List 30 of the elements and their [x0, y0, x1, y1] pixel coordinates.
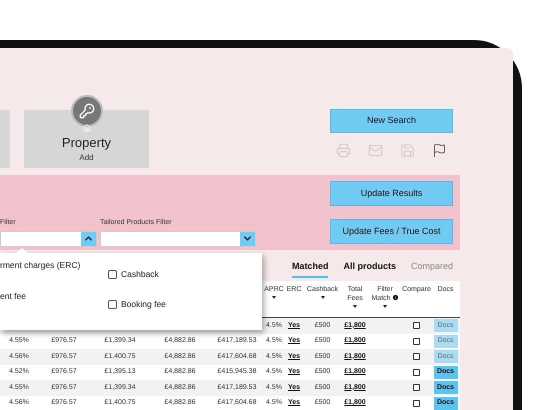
sort-caret-icon[interactable] — [383, 305, 387, 308]
tab[interactable]: All products — [343, 258, 396, 278]
chevron-up-icon[interactable] — [81, 232, 96, 246]
update-button[interactable]: Update Fees / True Cost — [330, 219, 453, 244]
checkbox[interactable] — [108, 270, 117, 279]
filter-option[interactable]: rment charges (ERC) — [0, 259, 108, 290]
compare-checkbox[interactable] — [413, 322, 420, 330]
filter-option[interactable]: ent fee — [0, 290, 108, 320]
checkbox[interactable] — [108, 300, 117, 310]
info-icon[interactable] — [392, 294, 399, 301]
compare-checkbox[interactable] — [413, 400, 420, 407]
card-subtitle: Add — [79, 152, 94, 164]
card-title: Property — [62, 136, 112, 149]
new-search-button[interactable]: New Search — [330, 109, 453, 133]
flag-icon[interactable] — [432, 143, 447, 158]
chevron-down-icon[interactable] — [240, 232, 255, 246]
sort-caret-icon[interactable] — [272, 296, 276, 299]
update-button[interactable]: Update Results — [330, 181, 453, 206]
keys-icon — [71, 95, 103, 127]
sort-caret-icon[interactable] — [353, 305, 357, 308]
sort-caret-icon[interactable] — [320, 296, 324, 299]
tab[interactable]: Matched — [292, 258, 328, 278]
compare-checkbox[interactable] — [413, 338, 420, 345]
compare-checkbox[interactable] — [413, 353, 420, 360]
filter-option[interactable]: Booking fee — [108, 290, 262, 320]
property-card[interactable]: Property Add — [24, 110, 149, 168]
house-icon — [83, 124, 91, 132]
filter-option[interactable]: Cashback — [108, 259, 262, 290]
compare-checkbox[interactable] — [413, 368, 420, 376]
compare-checkbox[interactable] — [413, 384, 420, 392]
